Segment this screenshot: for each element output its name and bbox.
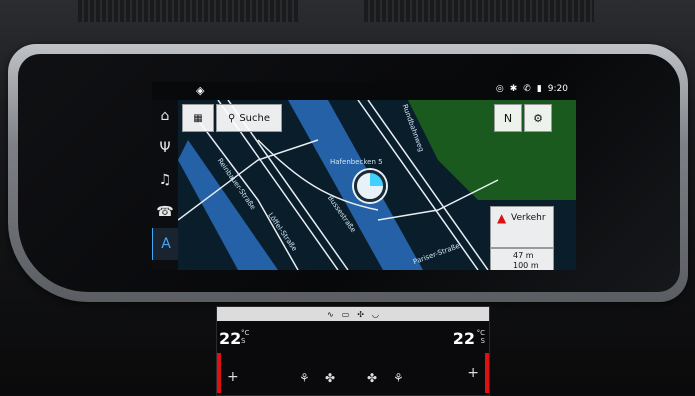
distance-a-unit: m [525,251,534,260]
right-unit: °C [476,329,485,337]
traffic-panel[interactable]: ▲ Verkehr [490,206,554,248]
map-toolbar: ▦ ⚲ Suche [182,104,282,132]
status-bar: ◈ ◎ ✱ ✆ ▮ 9:20 [152,82,576,100]
right-sub: S [480,337,485,345]
location-label: Hafenbecken 5 [330,158,383,166]
bluetooth-icon: ✱ [509,84,518,94]
music-icon[interactable]: ♫ [152,164,178,196]
warning-icon: ▲ [497,211,507,225]
fan-speed-icon[interactable]: ✤ [325,371,335,385]
radio-icon[interactable]: Ψ [152,132,178,164]
distance-a-value: 47 [513,251,524,260]
phone-icon[interactable]: ☎ [152,196,178,228]
seat-heat-icon[interactable]: ∿ [327,310,334,319]
left-temp: 22 [219,329,242,348]
climate-bar: ∿ ▭ ✣ ◡ [217,307,489,321]
nav-icon: ◎ [495,84,504,94]
infotainment-screen: ◈ ◎ ✱ ✆ ▮ 9:20 ⌂ Ψ ♫ ☎ A Hafenbecken 5 R… [152,82,576,270]
signal-icon: ▮ [536,84,542,94]
phone-icon: ✆ [523,84,531,94]
distance-panel: 47 m 100 m [490,248,554,270]
fan-speed-icon[interactable]: ✤ [367,371,377,385]
rear-defrost-icon[interactable]: ▭ [342,310,350,319]
right-temp-plus-button[interactable]: + [467,365,479,381]
gear-icon: ⚙ [533,111,543,125]
sidebar: ⌂ Ψ ♫ ☎ A [152,100,179,270]
menu-grid-button[interactable]: ▦ [182,104,214,132]
vehicle-position-icon [354,170,386,202]
climate-control-screen: ∿ ▭ ✣ ◡ 22 °C S 22 °C S + + ⚘ ✤ ✤ ⚘ [216,306,490,396]
distance-b: 100 m [513,261,539,270]
grid-icon: ▦ [193,112,203,124]
distance-b-unit: m [530,261,539,270]
right-temp-indicator [485,353,489,393]
distance-a: 47 m [513,251,534,260]
left-sub: S [241,337,246,345]
air-direction-icon[interactable]: ⚘ [393,371,404,385]
search-label: Suche [239,112,270,124]
left-temp-indicator [217,353,221,393]
clock: 9:20 [547,84,568,94]
distance-b-value: 100 [513,261,529,270]
windshield-icon[interactable]: ◡ [372,310,379,319]
compass-button[interactable]: N [494,104,522,132]
air-direction-icon[interactable]: ⚘ [299,371,310,385]
settings-button[interactable]: ⚙ [524,104,552,132]
left-temp-plus-button[interactable]: + [227,369,239,385]
right-temp: 22 [452,329,475,348]
search-button[interactable]: ⚲ Suche [216,104,282,132]
fan-icon[interactable]: ✣ [357,310,364,319]
left-unit: °C [241,329,250,337]
navigation-icon[interactable]: A [152,228,179,260]
cube-icon: ◈ [196,84,205,97]
air-vent [364,0,594,22]
air-vent [78,0,298,22]
traffic-label: Verkehr [511,213,546,223]
search-icon: ⚲ [227,112,236,124]
home-icon[interactable]: ⌂ [152,100,178,132]
compass-icon: N [503,111,513,125]
